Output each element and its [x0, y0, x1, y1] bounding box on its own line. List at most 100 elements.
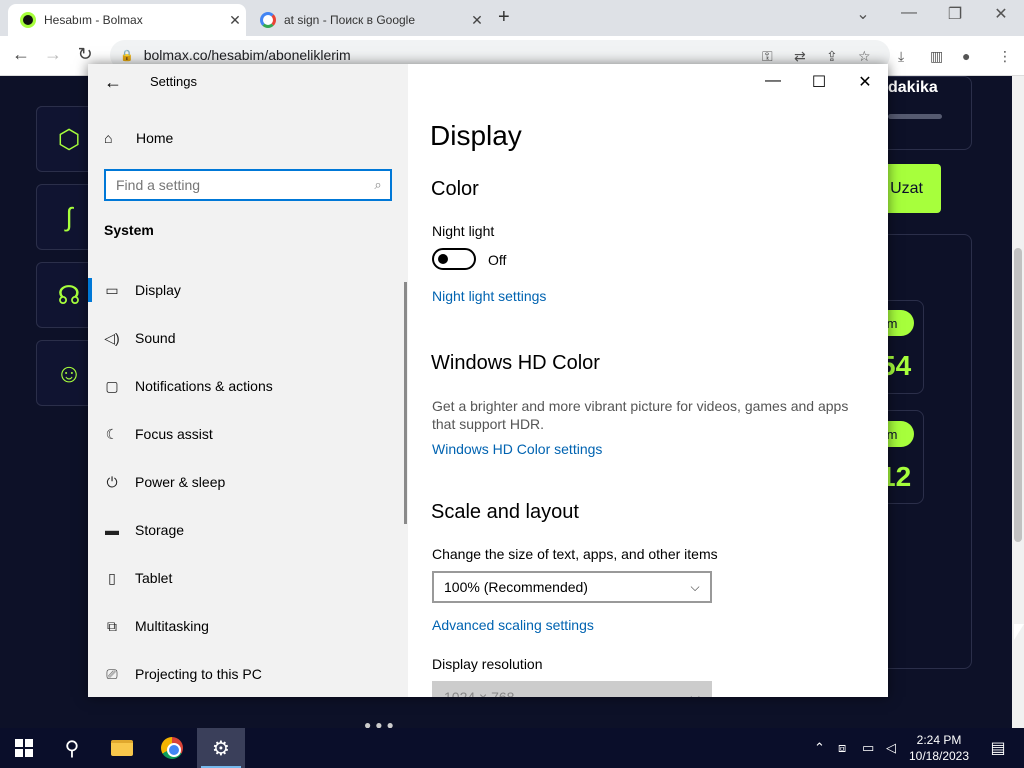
settings-search-box[interactable]: ⌕: [104, 169, 392, 201]
usage-progress-bar: [888, 114, 942, 119]
bookmark-star-icon[interactable]: ☆: [858, 48, 871, 65]
start-button[interactable]: [0, 728, 48, 768]
browser-tabstrip: Hesabım - Bolmax ✕ at sign - Поиск в Goo…: [0, 0, 1024, 36]
hd-color-settings-link[interactable]: Windows HD Color settings: [432, 441, 602, 457]
nav-scrollbar[interactable]: [404, 282, 407, 524]
side-panel-icon[interactable]: ▥: [930, 48, 943, 65]
tab-bolmax[interactable]: Hesabım - Bolmax ✕: [8, 4, 246, 36]
nav-item-notifications[interactable]: ▢ Notifications & actions: [88, 362, 408, 410]
nav-item-label: Projecting to this PC: [135, 666, 262, 682]
hd-color-heading: Windows HD Color: [431, 352, 600, 374]
chevron-down-icon: ⌵: [690, 689, 700, 698]
nav-item-sound[interactable]: ◁) Sound: [88, 314, 408, 362]
settings-window: ← Settings ⌂ Home ⌕ System ▭ Display ◁) …: [88, 64, 888, 697]
tab-title: at sign - Поиск в Google: [284, 13, 416, 27]
nav-item-storage[interactable]: ▬ Storage: [88, 506, 408, 554]
nav-item-label: Tablet: [135, 570, 173, 586]
close-tab-icon[interactable]: ✕: [466, 12, 488, 29]
home-icon: ⌂: [104, 130, 113, 146]
nav-item-display[interactable]: ▭ Display: [88, 266, 408, 314]
google-favicon-icon: [260, 12, 276, 28]
reload-icon[interactable]: ↻: [72, 44, 98, 65]
scale-value: 100% (Recommended): [444, 579, 588, 595]
nav-item-label: Storage: [135, 522, 185, 538]
settings-gear-icon[interactable]: ⚙: [197, 728, 245, 768]
system-clock[interactable]: 2:24 PM 10/18/2023: [900, 732, 978, 764]
scrollbar-thumb[interactable]: [1014, 248, 1022, 542]
toggle-state: Off: [488, 252, 507, 268]
close-browser-icon[interactable]: ✕: [986, 4, 1016, 24]
file-explorer-icon[interactable]: [98, 728, 146, 768]
home-label: Home: [136, 130, 174, 146]
tab-google[interactable]: at sign - Поиск в Google ✕: [252, 4, 488, 36]
profile-avatar-icon[interactable]: ●: [962, 48, 970, 64]
tablet-icon: ▯: [108, 569, 116, 586]
toggle-knob: [438, 254, 448, 264]
search-icon[interactable]: ⌕: [366, 177, 390, 193]
minimize-browser-icon[interactable]: —: [894, 4, 924, 22]
close-tab-icon[interactable]: ✕: [224, 12, 246, 29]
nav-item-label: Multitasking: [135, 618, 209, 634]
nav-item-power-sleep[interactable]: ⏻ Power & sleep: [88, 458, 408, 506]
storage-icon: ▬: [105, 522, 119, 538]
notification-icon: ▢: [105, 377, 119, 394]
bolmax-favicon-icon: [20, 12, 36, 28]
page-title: Display: [430, 120, 522, 151]
moon-icon: ☾: [105, 425, 119, 442]
section-label: System: [104, 222, 154, 238]
windows-logo-icon: [15, 739, 33, 757]
back-arrow-icon[interactable]: ←: [104, 72, 122, 93]
nav-item-label: Sound: [135, 330, 176, 346]
nav-item-label: Notifications & actions: [135, 378, 273, 394]
home-link[interactable]: ⌂ Home: [104, 130, 173, 146]
advanced-scaling-link[interactable]: Advanced scaling settings: [432, 617, 594, 633]
night-light-toggle[interactable]: [432, 248, 476, 270]
mouse-cursor-icon: [1014, 624, 1024, 640]
share-icon[interactable]: ⇪: [826, 48, 838, 65]
window-title: Settings: [150, 74, 197, 89]
power-icon: ⏻: [106, 473, 118, 490]
taskbar: ⚲ ⚙ ⌃ ⧈ ▭ ◁ 2:24 PM 10/18/2023 ▤: [0, 728, 1024, 768]
resolution-dropdown[interactable]: 1024 × 768 ⌵: [432, 681, 712, 697]
chrome-icon[interactable]: [148, 728, 196, 768]
display-settings-content: Display Color Night light Off Night ligh…: [430, 64, 880, 697]
clock-date: 10/18/2023: [908, 749, 970, 763]
clock-time: 2:24 PM: [916, 733, 962, 747]
nav-item-projecting[interactable]: ⎚ Projecting to this PC: [88, 650, 408, 697]
search-input[interactable]: [116, 177, 366, 193]
forward-icon[interactable]: →: [40, 44, 66, 65]
night-light-settings-link[interactable]: Night light settings: [432, 288, 546, 304]
scale-heading: Scale and layout: [431, 501, 579, 523]
nav-item-label: Display: [135, 282, 181, 298]
translate-icon[interactable]: ⇄: [794, 48, 806, 65]
new-tab-icon[interactable]: +: [498, 6, 510, 29]
url-text: bolmax.co/hesabim/aboneliklerim: [143, 47, 351, 63]
resolution-value: 1024 × 768: [444, 689, 515, 697]
dakika-text: dakika: [888, 79, 938, 96]
tab-title: Hesabım - Bolmax: [44, 13, 143, 27]
volume-muted-icon[interactable]: ◁: [886, 728, 896, 768]
tab-search-icon[interactable]: ⌄: [848, 4, 878, 24]
more-menu-icon[interactable]: ⋮: [998, 48, 1012, 65]
multitasking-icon: ⧉: [107, 617, 117, 634]
nav-item-focus-assist[interactable]: ☾ Focus assist: [88, 410, 408, 458]
scale-label: Change the size of text, apps, and other…: [432, 546, 718, 562]
lock-icon: 🔒: [120, 49, 134, 62]
action-center-icon[interactable]: ▤: [980, 728, 1016, 768]
nav-item-multitasking[interactable]: ⧉ Multitasking: [88, 602, 408, 650]
back-icon[interactable]: ←: [8, 44, 34, 65]
nav-item-label: Focus assist: [135, 426, 213, 442]
nav-item-tablet[interactable]: ▯ Tablet: [88, 554, 408, 602]
speaker-icon: ◁): [104, 329, 120, 346]
search-taskbar-icon[interactable]: ⚲: [48, 728, 96, 768]
restore-browser-icon[interactable]: ❐: [940, 4, 970, 24]
hd-color-description: Get a brighter and more vibrant picture …: [432, 398, 849, 432]
key-icon[interactable]: ⚿: [762, 48, 773, 65]
scale-dropdown[interactable]: 100% (Recommended) ⌵: [432, 571, 712, 603]
show-hidden-icons-icon[interactable]: ⌃: [814, 728, 825, 768]
nav-item-label: Power & sleep: [135, 474, 226, 490]
network-drive-icon[interactable]: ⧈: [838, 728, 846, 768]
network-icon[interactable]: ▭: [862, 728, 874, 768]
night-light-label: Night light: [432, 223, 495, 239]
download-icon[interactable]: ⤓: [898, 48, 904, 65]
